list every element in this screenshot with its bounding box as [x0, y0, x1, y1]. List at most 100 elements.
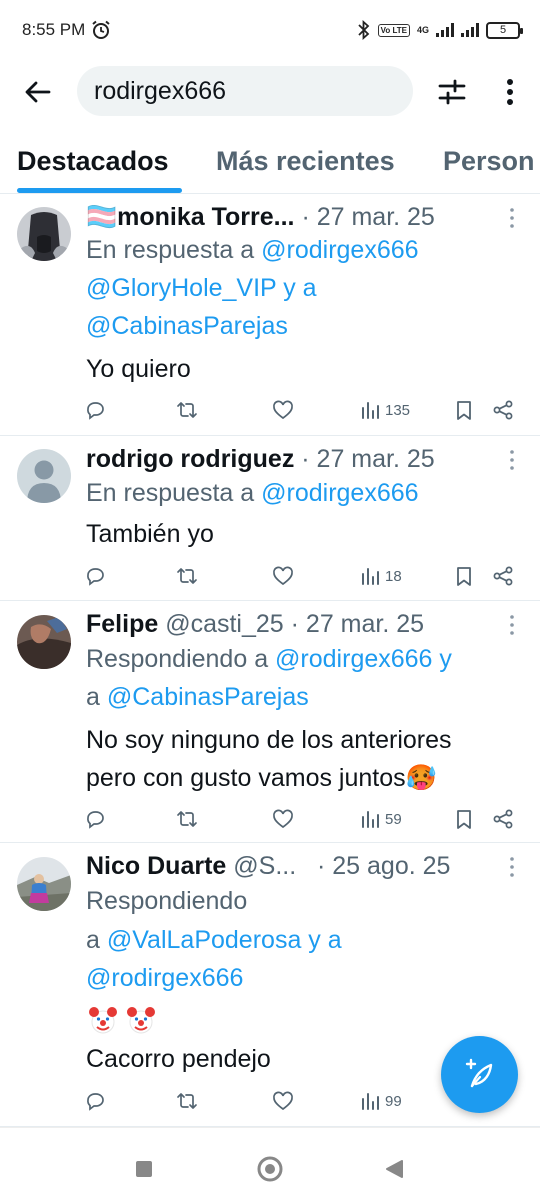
avatar[interactable]	[17, 449, 71, 503]
search-tabs: Destacados Más recientes Person	[0, 138, 540, 194]
reply-prefix: a	[86, 926, 107, 954]
share-button[interactable]	[492, 561, 514, 591]
retweet-button[interactable]	[176, 395, 198, 425]
back-arrow-icon[interactable]	[22, 76, 54, 108]
views-button[interactable]: 99	[360, 1086, 402, 1116]
reply-context: En respuesta a @rodirgex666	[86, 231, 419, 269]
avatar[interactable]	[17, 207, 71, 261]
like-button[interactable]	[272, 395, 294, 425]
tweet-header: Felipe @casti_25 · 27 mar. 25	[86, 607, 424, 641]
tweet-text: No soy ninguno de los anteriores	[86, 726, 452, 754]
tweet-more-icon[interactable]	[506, 614, 518, 636]
views-button[interactable]: 135	[360, 395, 410, 425]
tweet-item[interactable]: rodrigo rodriguez · 27 mar. 25 En respue…	[0, 436, 540, 601]
tab-mas-recientes[interactable]: Más recientes	[216, 146, 395, 177]
tweet-more-icon[interactable]	[506, 449, 518, 471]
home-circle-icon[interactable]	[257, 1156, 283, 1182]
reply-mention[interactable]: @rodirgex666 y	[275, 645, 452, 673]
tweet-text: Yo quiero	[86, 355, 191, 383]
bookmark-button[interactable]	[453, 804, 475, 834]
avatar[interactable]	[17, 615, 71, 669]
bookmark-icon	[457, 401, 471, 420]
author-name[interactable]: Nico Duarte	[86, 852, 226, 881]
tweet-date: · 27 mar. 25	[301, 202, 435, 231]
share-button[interactable]	[492, 804, 514, 834]
reply-button[interactable]	[84, 804, 106, 834]
tweet-actions: 135	[0, 395, 540, 425]
views-count: 135	[385, 401, 411, 419]
like-button[interactable]	[272, 1086, 294, 1116]
reply-icon	[87, 1093, 104, 1111]
reply-icon	[87, 568, 104, 586]
reply-button[interactable]	[84, 1086, 106, 1116]
retweet-button[interactable]	[176, 1086, 198, 1116]
recents-square-icon[interactable]	[135, 1160, 153, 1178]
tab-destacados[interactable]: Destacados	[17, 146, 169, 177]
system-nav-bar	[0, 1127, 540, 1200]
tweet-actions: 59	[0, 804, 540, 834]
reply-button[interactable]	[84, 561, 106, 591]
reply-mention[interactable]: @ValLaPoderosa y a	[107, 926, 342, 954]
reply-prefix: Respondiendo	[86, 887, 248, 915]
author-name[interactable]: 🏳️‍⚧️monika Torre...	[86, 203, 294, 232]
reply-mention[interactable]: @rodirgex666	[261, 236, 418, 264]
reply-context: @CabinasParejas	[86, 307, 288, 345]
compose-post-button[interactable]	[441, 1036, 518, 1113]
share-icon	[493, 566, 513, 586]
tweet-item[interactable]: 🏳️‍⚧️monika Torre... · 27 mar. 25 En res…	[0, 195, 540, 436]
network-type: 4G	[416, 25, 429, 35]
tweet-date: · 25 ago. 25	[317, 851, 451, 880]
reply-button[interactable]	[84, 395, 106, 425]
reply-mention[interactable]: @rodirgex666	[86, 964, 243, 992]
avatar[interactable]	[17, 857, 71, 911]
more-options-icon[interactable]	[496, 76, 524, 108]
tweet-emoji-line	[86, 1000, 162, 1038]
search-input[interactable]: rodirgex666	[77, 66, 413, 116]
tweet-text: También yo	[86, 520, 214, 548]
bookmark-button[interactable]	[453, 395, 475, 425]
views-count: 59	[385, 810, 402, 828]
views-count: 18	[385, 567, 402, 585]
author-handle[interactable]: @casti_25	[165, 610, 284, 639]
tweet-date: · 27 mar. 25	[301, 444, 435, 473]
reply-context: @rodirgex666	[86, 959, 243, 997]
filter-settings-icon[interactable]	[436, 76, 468, 108]
tweet-more-icon[interactable]	[506, 207, 518, 229]
share-button[interactable]	[492, 395, 514, 425]
tab-personas[interactable]: Person	[443, 146, 535, 177]
reply-mention[interactable]: @GloryHole_VIP y a	[86, 274, 317, 302]
views-button[interactable]: 59	[360, 804, 402, 834]
bookmark-button[interactable]	[453, 561, 475, 591]
search-query: rodirgex666	[94, 76, 227, 105]
reply-mention[interactable]: @rodirgex666	[261, 479, 418, 507]
author-handle[interactable]: @S...	[233, 852, 296, 881]
tweet-item[interactable]: Felipe @casti_25 · 27 mar. 25 Respondien…	[0, 601, 540, 843]
tweet-text: Cacorro pendejo	[86, 1045, 271, 1073]
status-bar: 8:55 PM Vo LTE 4G 5	[0, 0, 540, 60]
author-name[interactable]: Felipe	[86, 610, 158, 639]
like-button[interactable]	[272, 561, 294, 591]
volte-badge: Vo LTE	[377, 23, 410, 37]
reply-icon	[87, 402, 104, 420]
reply-context: @GloryHole_VIP y a	[86, 269, 317, 307]
back-triangle-icon[interactable]	[384, 1159, 404, 1179]
views-button[interactable]: 18	[360, 561, 402, 591]
reply-context: Respondiendo	[86, 882, 247, 920]
views-chart-icon	[362, 568, 379, 585]
heart-icon	[273, 809, 293, 829]
bookmark-icon	[457, 567, 471, 586]
reply-context: a @ValLaPoderosa y a	[86, 921, 342, 959]
retweet-button[interactable]	[176, 561, 198, 591]
reply-mention[interactable]: @CabinasParejas	[107, 683, 309, 711]
signal-icon-2	[461, 23, 479, 37]
tweet-header: rodrigo rodriguez · 27 mar. 25	[86, 442, 435, 476]
reply-context: Respondiendo a @rodirgex666 y	[86, 640, 452, 678]
retweet-button[interactable]	[176, 804, 198, 834]
reply-context: En respuesta a @rodirgex666	[86, 474, 419, 512]
like-button[interactable]	[272, 804, 294, 834]
tweet-more-icon[interactable]	[506, 856, 518, 878]
author-name[interactable]: rodrigo rodriguez	[86, 445, 294, 474]
reply-mention[interactable]: @CabinasParejas	[86, 312, 288, 340]
battery-icon: 5	[486, 21, 523, 39]
tweet-header: 🏳️‍⚧️monika Torre... · 27 mar. 25	[86, 200, 435, 234]
